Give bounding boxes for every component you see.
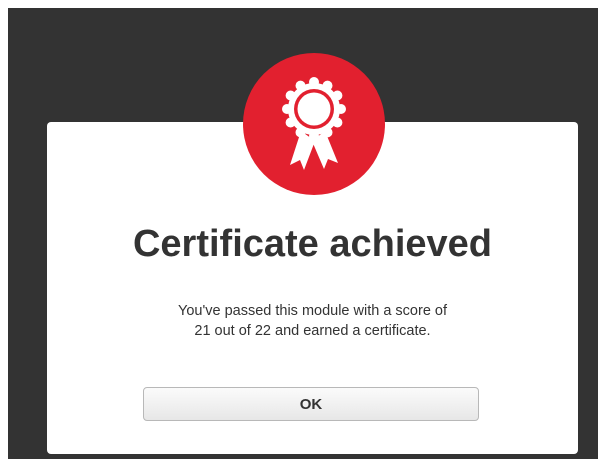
page: Certificate achieved You've passed this … xyxy=(0,0,598,459)
ok-button[interactable]: OK xyxy=(143,387,479,421)
certificate-badge xyxy=(243,53,385,195)
dialog-message: You've passed this module with a score o… xyxy=(47,301,578,341)
award-ribbon-icon xyxy=(282,77,346,170)
dialog-title: Certificate achieved xyxy=(132,223,493,265)
dialog-message-line: You've passed this module with a score o… xyxy=(177,303,448,319)
dialog-message-line: 21 out of 22 and earned a certificate. xyxy=(194,323,431,339)
